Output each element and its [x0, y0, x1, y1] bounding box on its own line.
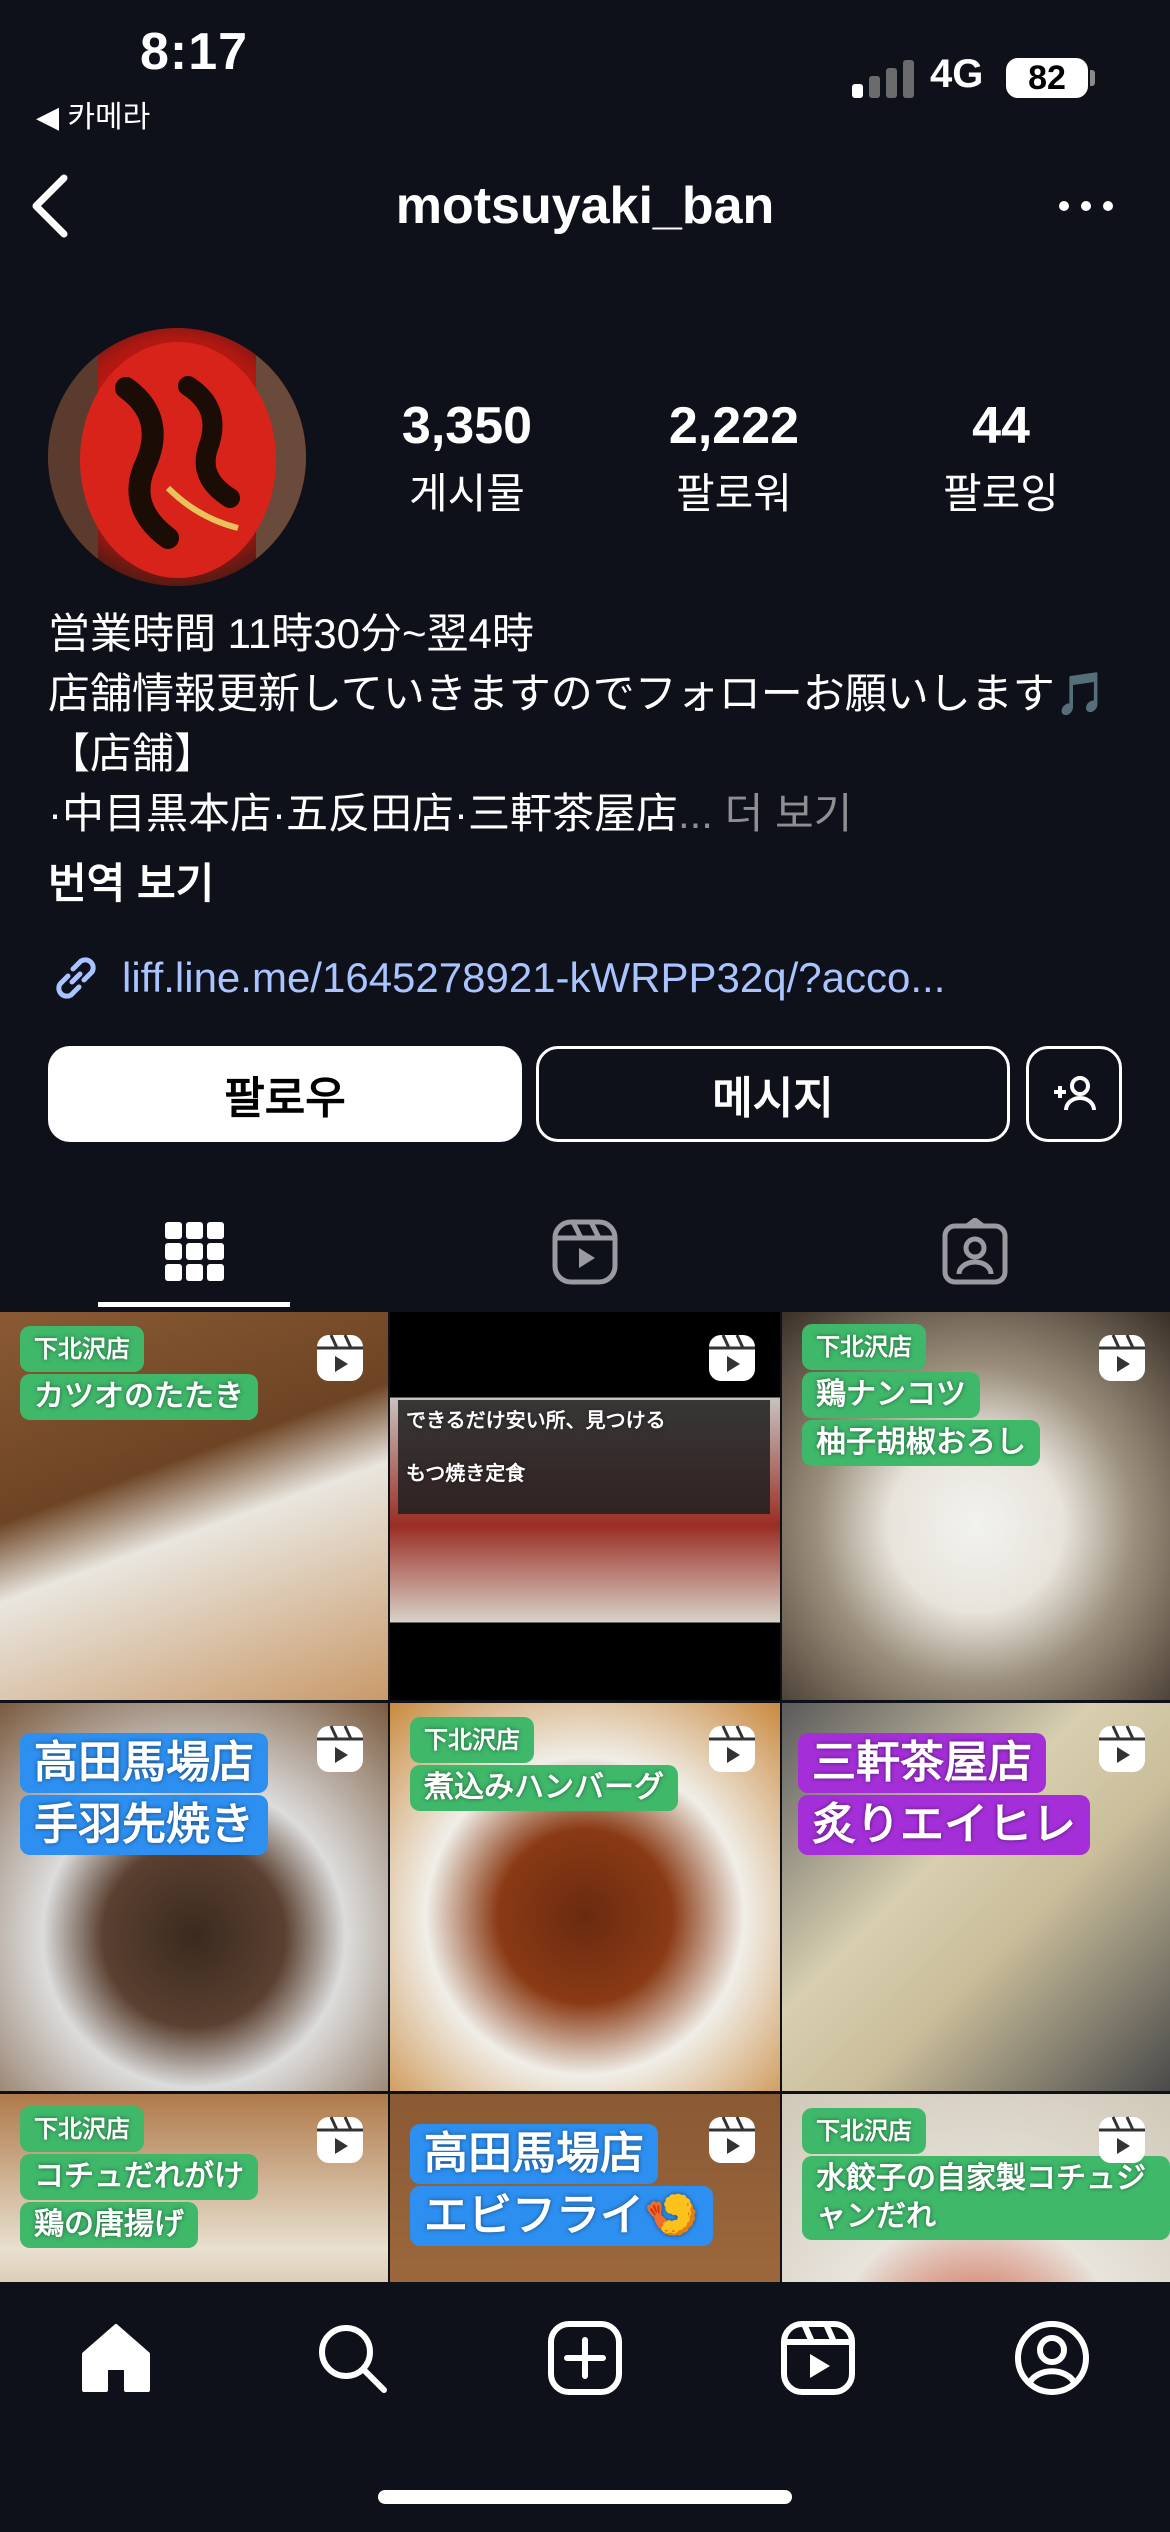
post-thumbnail[interactable]: 三軒茶屋店 炙りエイヒレ — [782, 1703, 1170, 2091]
home-icon[interactable] — [76, 2318, 156, 2398]
following-count[interactable]: 44 팔로잉 — [886, 396, 1116, 521]
battery-tip-icon — [1090, 70, 1095, 86]
posts-count[interactable]: 3,350 게시물 — [352, 396, 582, 521]
post-caption-line: 煮込みハンバーグ — [410, 1765, 678, 1811]
post-caption-line: 高田馬場店 — [410, 2124, 658, 2184]
tagged-icon — [942, 1218, 1008, 1285]
tab-tagged[interactable] — [780, 1200, 1170, 1304]
post-caption-line: 手羽先焼き — [20, 1795, 268, 1855]
reel-badge-icon — [709, 2116, 755, 2163]
post-caption-line: カツオのたたき — [20, 1374, 258, 1420]
post-caption-line: 水餃子の自家製コチュジャンだれ — [802, 2156, 1170, 2240]
post-thumbnail[interactable]: 下北沢店 コチュだれがけ 鶏の唐揚げ — [0, 2094, 388, 2282]
post-caption-line: できるだけ安い所、見つける — [406, 1408, 666, 1432]
profile-bio: 営業時間 11時30分~翌4時 店舗情報更新していきますのでフォローお願いします… — [48, 604, 1148, 844]
post-caption: 下北沢店 コチュだれがけ 鶏の唐揚げ — [20, 2106, 258, 2250]
post-caption-line: 柚子胡椒おろし — [802, 1420, 1040, 1466]
post-caption: 下北沢店 カツオのたたき — [20, 1326, 258, 1422]
bio-line: 店舗情報更新していきますのでフォローお願いします🎵 — [48, 670, 1108, 717]
post-caption-line: コチュだれがけ — [20, 2154, 258, 2200]
grid-icon — [165, 1222, 224, 1281]
post-thumbnail[interactable]: 下北沢店 煮込みハンバーグ — [390, 1703, 780, 2091]
bio-line: ·中目黒本店·五反田店·三軒茶屋店... 더 보기 — [48, 790, 853, 837]
follow-button[interactable]: 팔로우 — [48, 1046, 522, 1142]
post-caption: できるだけ安い所、見つける もつ焼き定食 — [398, 1400, 770, 1514]
post-thumbnail[interactable]: 高田馬場店 手羽先焼き — [0, 1703, 388, 2091]
back-to-app-link[interactable]: ◀ 카메라 — [36, 92, 150, 136]
reel-badge-icon — [317, 2116, 363, 2163]
reel-badge-icon — [709, 1725, 755, 1772]
post-caption: 下北沢店 煮込みハンバーグ — [410, 1717, 678, 1813]
bio-more-link[interactable]: ... 더 보기 — [678, 790, 852, 837]
posts-grid: 下北沢店 カツオのたたき できるだけ安い所、見つける もつ焼き定食 下北沢店 鶏ナンコツ柚… — [0, 1312, 1170, 2282]
tab-grid[interactable] — [0, 1200, 390, 1304]
reel-badge-icon — [317, 1725, 363, 1772]
post-caption-line: 下北沢店 — [802, 1324, 926, 1370]
status-time: 8:17 — [140, 23, 249, 81]
reels-nav-icon[interactable] — [778, 2318, 858, 2398]
network-type: 4G — [930, 52, 984, 96]
post-caption-line: エビフライ🍤 — [410, 2186, 713, 2246]
message-button[interactable]: 메시지 — [536, 1046, 1010, 1142]
post-caption: 高田馬場店 手羽先焼き — [20, 1733, 268, 1857]
tab-reels[interactable] — [390, 1200, 780, 1304]
post-caption-line: 下北沢店 — [410, 1717, 534, 1763]
post-caption-line: 下北沢店 — [20, 1326, 144, 1372]
post-caption-line: 下北沢店 — [20, 2106, 144, 2152]
reel-badge-icon — [709, 1334, 755, 1381]
suggest-users-button[interactable] — [1026, 1046, 1122, 1142]
post-caption-line: もつ焼き定食 — [406, 1461, 526, 1485]
post-thumbnail[interactable]: できるだけ安い所、見つける もつ焼き定食 — [390, 1312, 780, 1700]
home-indicator — [378, 2490, 792, 2504]
reel-badge-icon — [1099, 1725, 1145, 1772]
post-thumbnail[interactable]: 下北沢店 カツオのたたき — [0, 1312, 388, 1700]
add-person-icon — [1054, 1076, 1096, 1111]
reel-badge-icon — [317, 1334, 363, 1381]
reel-badge-icon — [1099, 2116, 1145, 2163]
reel-badge-icon — [1099, 1334, 1145, 1381]
active-tab-indicator — [98, 1302, 290, 1307]
reels-icon — [552, 1219, 618, 1285]
post-thumbnail[interactable]: 下北沢店 水餃子の自家製コチュジャンだれ — [782, 2094, 1170, 2282]
bio-line: 営業時間 11時30分~翌4時 — [48, 610, 534, 657]
followers-count[interactable]: 2,222 팔로워 — [619, 396, 849, 521]
post-caption-line: 炙りエイヒレ — [798, 1795, 1090, 1855]
post-thumbnail[interactable]: 高田馬場店 エビフライ🍤 — [390, 2094, 780, 2282]
post-caption-line: 高田馬場店 — [20, 1733, 268, 1793]
cellular-signal-icon — [852, 58, 914, 98]
bio-line: 【店舗】 — [48, 730, 217, 777]
post-caption-line: 鶏の唐揚げ — [20, 2202, 198, 2248]
create-post-icon[interactable] — [545, 2318, 625, 2398]
post-caption: 下北沢店 鶏ナンコツ 柚子胡椒おろし — [802, 1324, 1040, 1468]
profile-link-text: liff.line.me/1645278921-kWRPP32q/?acco..… — [122, 954, 946, 1001]
post-thumbnail[interactable]: 下北沢店 鶏ナンコツ 柚子胡椒おろし — [782, 1312, 1170, 1700]
post-caption-line: 鶏ナンコツ — [802, 1372, 980, 1418]
more-options-icon[interactable] — [1056, 186, 1116, 226]
battery-level: 82 — [1006, 58, 1088, 98]
post-caption-line: 三軒茶屋店 — [798, 1733, 1046, 1793]
profile-avatar[interactable] — [48, 328, 306, 586]
post-caption: 高田馬場店 エビフライ🍤 — [410, 2124, 713, 2248]
search-icon[interactable] — [312, 2318, 392, 2398]
profile-link[interactable]: liff.line.me/1645278921-kWRPP32q/?acco..… — [48, 950, 945, 1006]
post-caption: 三軒茶屋店 炙りエイヒレ — [798, 1733, 1090, 1857]
translate-link[interactable]: 번역 보기 — [48, 850, 214, 911]
post-caption-line: 下北沢店 — [802, 2108, 926, 2154]
profile-username: motsuyaki_ban — [395, 177, 775, 235]
profile-nav-icon[interactable] — [1012, 2318, 1092, 2398]
link-icon — [56, 957, 96, 999]
